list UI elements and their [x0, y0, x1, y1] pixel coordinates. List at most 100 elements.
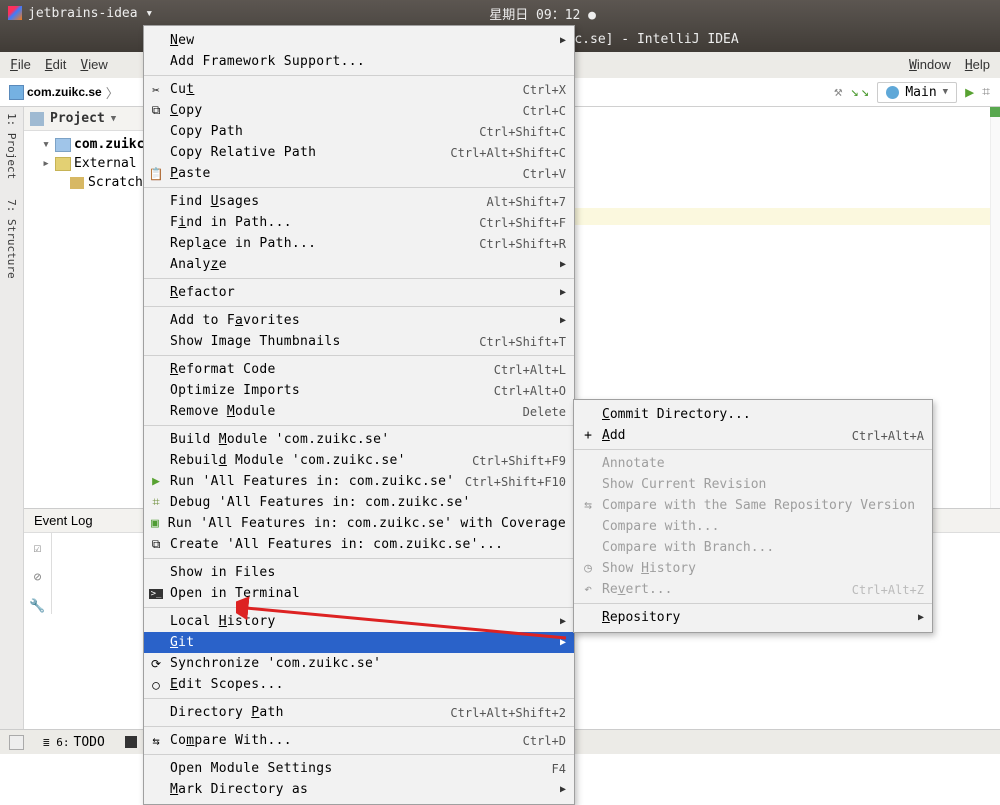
menu-item[interactable]: Rebuild Module 'com.zuikc.se'Ctrl+Shift+… — [144, 450, 574, 471]
menu-item[interactable]: Git▶ — [144, 632, 574, 653]
menu-item[interactable]: Mark Directory as ▶ — [144, 779, 574, 800]
clock-icon: ◷ — [580, 561, 596, 576]
project-view-selector[interactable]: Project ▼ — [30, 111, 116, 126]
event-log-settings-icon[interactable]: ☑ — [34, 541, 42, 556]
menu-item[interactable]: Add to Favorites ▶ — [144, 310, 574, 331]
menu-item[interactable]: Copy Relative PathCtrl+Alt+Shift+C — [144, 142, 574, 163]
menu-item[interactable]: Open Module SettingsF4 — [144, 758, 574, 779]
context-menu[interactable]: New▶Add Framework Support...✂CutCtrl+X⧉C… — [143, 25, 575, 805]
menu-item[interactable]: Show Image ThumbnailsCtrl+Shift+T — [144, 331, 574, 352]
run-config-selector[interactable]: Main ▼ — [877, 82, 957, 103]
run-button[interactable]: ▶ — [965, 83, 974, 101]
menu-item-shortcut: Ctrl+Alt+Shift+2 — [450, 706, 566, 720]
submenu-arrow-icon: ▶ — [560, 315, 566, 326]
menu-item[interactable]: New▶ — [144, 30, 574, 51]
menu-item-label: Find Usages — [170, 194, 481, 209]
menu-edit[interactable]: Edit — [45, 57, 67, 73]
edit-icon: ◯ — [148, 677, 164, 693]
menu-item[interactable]: +AddCtrl+Alt+A — [574, 425, 932, 446]
menu-item[interactable]: Commit Directory... — [574, 404, 932, 425]
menu-item-shortcut: Ctrl+Shift+C — [479, 125, 566, 139]
menu-item[interactable]: ⧉CopyCtrl+C — [144, 100, 574, 121]
menu-item[interactable]: Copy PathCtrl+Shift+C — [144, 121, 574, 142]
menu-item[interactable]: Refactor▶ — [144, 282, 574, 303]
menu-item[interactable]: ⧉Create 'All Features in: com.zuikc.se'.… — [144, 534, 574, 555]
copy-icon: ⧉ — [148, 103, 164, 119]
diff-icon: ⇆ — [148, 733, 164, 749]
tree-label: com.zuikc — [74, 137, 144, 152]
tool-toggle-icon[interactable] — [10, 736, 23, 749]
menu-item-label: Compare with the Same Repository Version — [602, 498, 924, 513]
menu-item-label: Build Module 'com.zuikc.se' — [170, 432, 566, 447]
menu-item-shortcut: F4 — [552, 762, 566, 776]
menu-item[interactable]: ⌗Debug 'All Features in: com.zuikc.se' — [144, 492, 574, 513]
menu-item-label: Show in Files — [170, 565, 566, 580]
git-submenu[interactable]: Commit Directory...+AddCtrl+Alt+AAnnotat… — [573, 399, 933, 633]
build-icon[interactable]: ⚒ — [834, 84, 842, 100]
event-log-clear-icon[interactable]: ⊘ — [34, 570, 42, 585]
menu-help[interactable]: Help — [965, 57, 990, 73]
menu-item[interactable]: ✂CutCtrl+X — [144, 79, 574, 100]
submenu-arrow-icon: ▶ — [560, 784, 566, 795]
gnome-app-title[interactable]: jetbrains-idea ▾ — [8, 6, 153, 21]
menu-item-shortcut: Ctrl+Alt+O — [494, 384, 566, 398]
gnome-clock[interactable]: 星期日 09：12 ● — [153, 4, 932, 23]
menu-item-label: Add to Favorites — [170, 313, 554, 328]
menu-item[interactable]: ⟳Synchronize 'com.zuikc.se' — [144, 653, 574, 674]
terminal-tab[interactable] — [125, 736, 137, 748]
menu-item[interactable]: Repository▶ — [574, 607, 932, 628]
menu-item[interactable]: Analyze ▶ — [144, 254, 574, 275]
menu-item-label: Compare with... — [602, 519, 924, 534]
menu-item[interactable]: ▣Run 'All Features in: com.zuikc.se' wit… — [144, 513, 574, 534]
todo-tab[interactable]: ≣ 6: TODO — [43, 735, 105, 750]
menu-item[interactable]: Local History▶ — [144, 611, 574, 632]
breadcrumb[interactable]: com.zuikc.se 〉 — [10, 83, 119, 102]
blank-icon — [148, 334, 164, 350]
menu-file[interactable]: File — [10, 57, 31, 73]
revert-icon: ↶ — [580, 582, 596, 597]
blank-icon — [148, 145, 164, 161]
menu-item-label: Commit Directory... — [602, 407, 924, 422]
cut-icon: ✂ — [148, 82, 164, 98]
menu-item-label: Analyze — [170, 257, 554, 272]
menu-item-shortcut: Ctrl+C — [523, 104, 566, 118]
menu-item[interactable]: ▶Run 'All Features in: com.zuikc.se'Ctrl… — [144, 471, 574, 492]
menu-item-label: Mark Directory as — [170, 782, 554, 797]
blank-icon — [148, 33, 164, 49]
left-tool-gutter[interactable]: 1: Project 7: Structure — [0, 107, 24, 729]
menu-item[interactable]: Remove ModuleDelete — [144, 401, 574, 422]
menu-view[interactable]: View — [80, 57, 107, 73]
run-config-label: Main — [905, 85, 936, 100]
menu-item[interactable]: ⇆Compare With...Ctrl+D — [144, 730, 574, 751]
nav-forward-icon[interactable]: ↘ — [861, 84, 869, 100]
menu-item[interactable]: Reformat CodeCtrl+Alt+L — [144, 359, 574, 380]
menu-item[interactable]: ◯Edit Scopes... — [144, 674, 574, 695]
menu-item[interactable]: Replace in Path...Ctrl+Shift+R — [144, 233, 574, 254]
menu-item[interactable]: Build Module 'com.zuikc.se' — [144, 429, 574, 450]
nav-back-icon[interactable]: ↘ — [850, 84, 858, 100]
menu-item-label: Cut — [170, 82, 517, 97]
add-icon: + — [580, 428, 596, 443]
menu-item-label: Refactor — [170, 285, 554, 300]
menu-item-shortcut: Ctrl+Alt+Z — [852, 583, 924, 597]
menu-item: Compare with... — [574, 516, 932, 537]
menu-item[interactable]: Find UsagesAlt+Shift+7 — [144, 191, 574, 212]
event-log-gear-icon[interactable]: 🔧 — [29, 599, 45, 614]
menu-item[interactable]: Find in Path...Ctrl+Shift+F — [144, 212, 574, 233]
menu-item[interactable]: 📋PasteCtrl+V — [144, 163, 574, 184]
menu-item[interactable]: Show in Files — [144, 562, 574, 583]
submenu-arrow-icon: ▶ — [560, 259, 566, 270]
menu-item-label: New — [170, 33, 554, 48]
menu-item[interactable]: Directory PathCtrl+Alt+Shift+2 — [144, 702, 574, 723]
menu-item[interactable]: Optimize ImportsCtrl+Alt+O — [144, 380, 574, 401]
submenu-arrow-icon: ▶ — [918, 612, 924, 623]
menu-item[interactable]: Add Framework Support... — [144, 51, 574, 72]
menu-item-label: Replace in Path... — [170, 236, 473, 251]
menu-window[interactable]: Window — [909, 57, 951, 73]
toolbar-right: ⚒ ↘ ↘ Main ▼ ▶ ⌗ — [834, 82, 990, 103]
scratches-icon — [70, 177, 84, 189]
menu-item-label: Run 'All Features in: com.zuikc.se' with… — [168, 516, 566, 531]
blank-icon — [148, 453, 164, 469]
menu-item[interactable]: >_Open in Terminal — [144, 583, 574, 604]
debug-button[interactable]: ⌗ — [982, 84, 990, 100]
